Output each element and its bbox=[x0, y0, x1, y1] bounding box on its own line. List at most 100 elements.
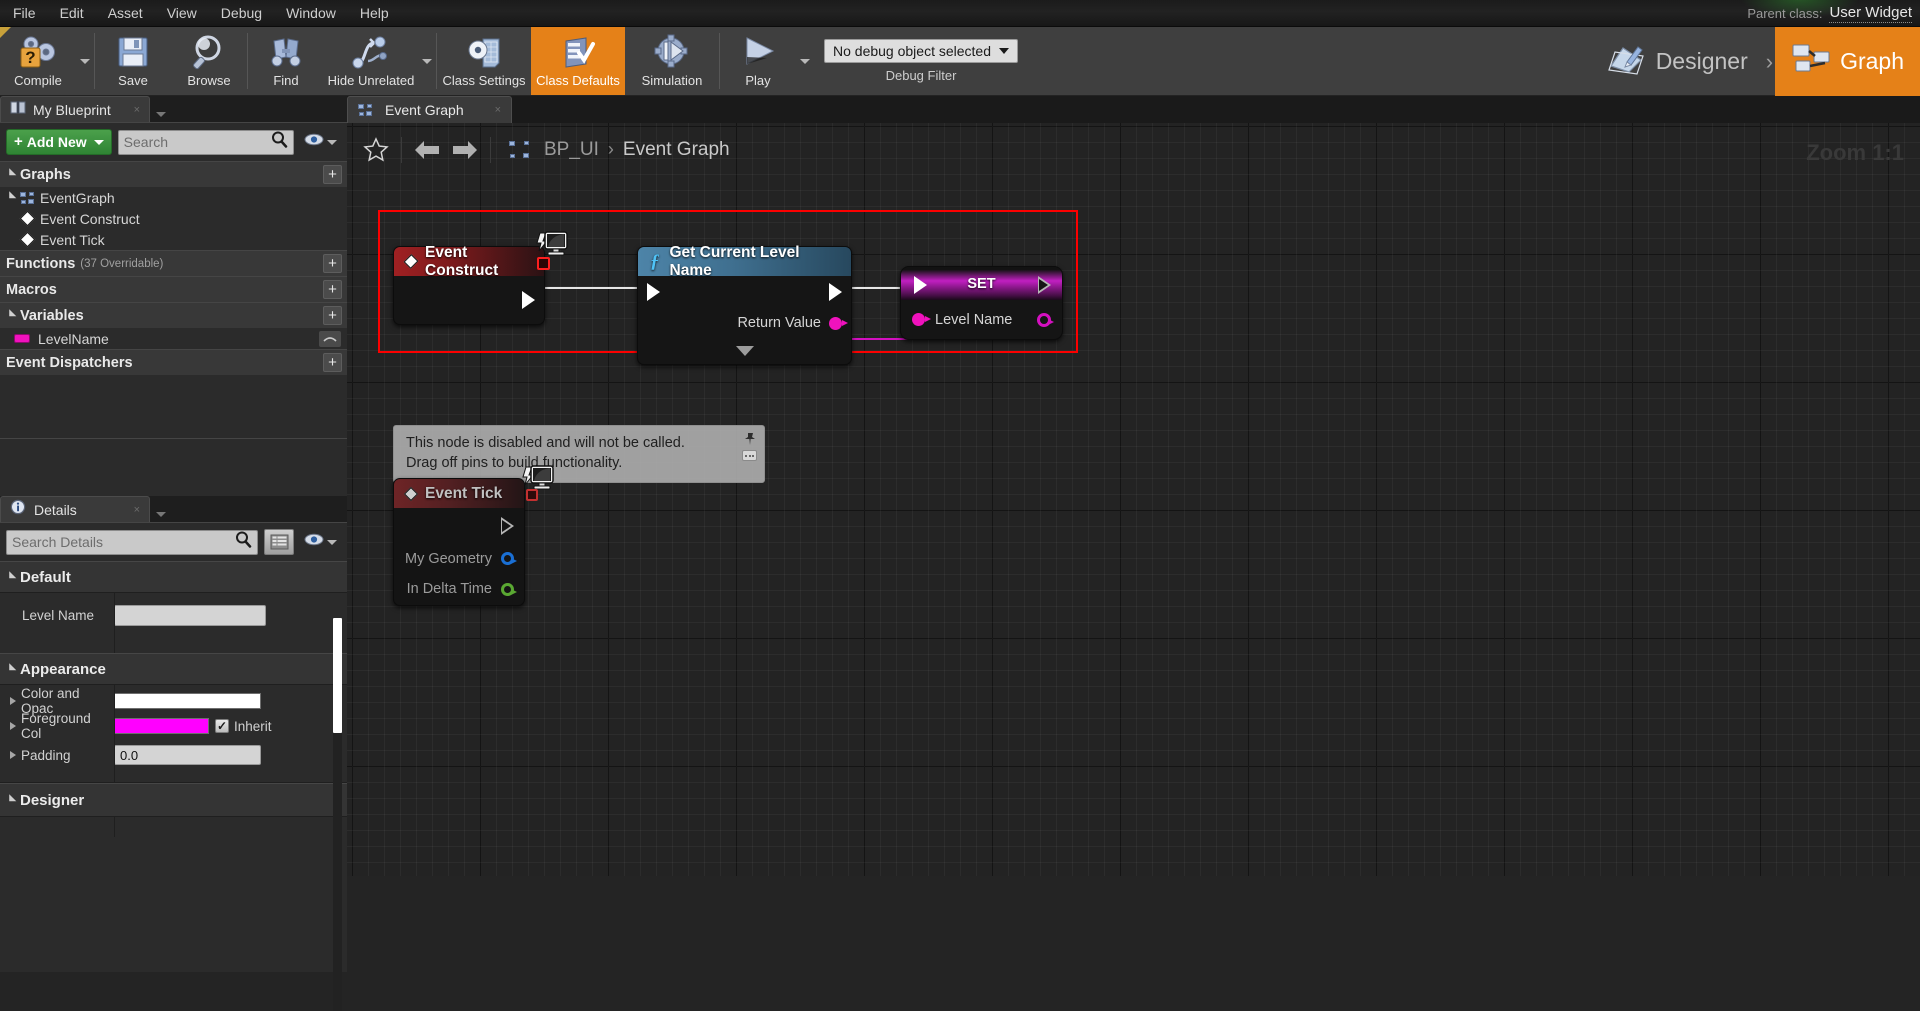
exec-output-pin[interactable] bbox=[1038, 276, 1051, 294]
add-dispatcher-button[interactable]: + bbox=[323, 353, 342, 372]
exec-output-pin[interactable] bbox=[829, 283, 842, 301]
play-label: Play bbox=[745, 73, 771, 88]
mode-switcher: Designer › Graph bbox=[1591, 27, 1920, 96]
section-event-dispatchers[interactable]: Event Dispatchers + bbox=[0, 349, 347, 375]
list-item-eventgraph[interactable]: EventGraph bbox=[0, 187, 347, 208]
levelname-input-pin[interactable] bbox=[912, 313, 931, 326]
compile-dropdown[interactable] bbox=[76, 27, 94, 95]
panel-divider bbox=[0, 438, 347, 439]
class-settings-button[interactable]: Class Settings bbox=[437, 27, 531, 95]
chevron-down-icon[interactable] bbox=[156, 112, 166, 117]
add-variable-button[interactable]: + bbox=[323, 306, 342, 325]
graph-canvas[interactable]: BP_UI › Event Graph Zoom 1:1 Event Const… bbox=[347, 123, 1920, 876]
parent-class-value[interactable]: User Widget bbox=[1829, 4, 1912, 23]
section-functions[interactable]: Functions (37 Overridable) + bbox=[0, 250, 347, 276]
menu-file[interactable]: File bbox=[2, 2, 47, 24]
event-diamond-icon bbox=[403, 486, 419, 501]
search-input[interactable]: Search bbox=[117, 129, 294, 155]
add-graph-button[interactable]: + bbox=[323, 165, 342, 184]
debug-object-select[interactable]: No debug object selected bbox=[824, 39, 1018, 63]
node-event-tick[interactable]: Event Tick My Geometry In Delta Time bbox=[393, 465, 554, 606]
chevron-down-icon bbox=[327, 139, 337, 145]
details-category-designer[interactable]: Designer bbox=[0, 783, 347, 817]
menu-window[interactable]: Window bbox=[275, 2, 347, 24]
list-item-event-tick[interactable]: Event Tick bbox=[0, 229, 347, 250]
node-title: Event Construct bbox=[425, 243, 499, 279]
section-macros[interactable]: Macros + bbox=[0, 276, 347, 302]
list-item-variable-levelname[interactable]: LevelName bbox=[0, 328, 347, 349]
levelname-output-pin[interactable] bbox=[1037, 312, 1054, 327]
save-button[interactable]: Save bbox=[95, 27, 171, 95]
designer-mode-button[interactable]: Designer bbox=[1591, 27, 1764, 96]
simulation-button[interactable]: Simulation bbox=[625, 27, 719, 95]
tab-my-blueprint[interactable]: My Blueprint × bbox=[0, 96, 150, 122]
tooltip-comment-icon[interactable] bbox=[742, 450, 757, 461]
browse-button[interactable]: Browse bbox=[171, 27, 247, 95]
menu-asset[interactable]: Asset bbox=[97, 2, 154, 24]
divider bbox=[401, 136, 402, 163]
section-variables[interactable]: Variables + bbox=[0, 302, 347, 328]
foreground-color-swatch[interactable] bbox=[114, 718, 209, 734]
node-event-construct[interactable]: Event Construct bbox=[393, 231, 568, 325]
save-label: Save bbox=[118, 73, 148, 88]
hide-unrelated-dropdown[interactable] bbox=[418, 27, 436, 95]
play-button[interactable]: Play bbox=[720, 27, 796, 95]
chevron-down-icon[interactable] bbox=[156, 512, 166, 517]
pin-tooltip-icon[interactable] bbox=[744, 431, 756, 451]
compile-button[interactable]: ? Compile bbox=[0, 27, 76, 95]
menu-edit[interactable]: Edit bbox=[49, 2, 95, 24]
property-row-foreground-color: Foreground Col ✓ Inherit bbox=[0, 711, 347, 741]
navigate-forward-button[interactable] bbox=[446, 139, 484, 161]
details-category-default[interactable]: Default bbox=[0, 561, 347, 593]
find-label: Find bbox=[273, 73, 299, 88]
hide-unrelated-button[interactable]: Hide Unrelated bbox=[324, 27, 418, 95]
add-function-button[interactable]: + bbox=[323, 254, 342, 273]
my-geometry-pin[interactable] bbox=[501, 552, 517, 565]
close-icon[interactable]: × bbox=[120, 104, 140, 116]
padding-field[interactable]: 0.0 bbox=[114, 745, 261, 765]
details-visibility-button[interactable] bbox=[300, 533, 341, 551]
return-value-pin[interactable] bbox=[829, 316, 848, 330]
color-and-opacity-swatch[interactable] bbox=[114, 692, 261, 709]
add-macro-button[interactable]: + bbox=[323, 280, 342, 299]
breadcrumb-root[interactable]: BP_UI bbox=[544, 139, 599, 161]
find-button[interactable]: Find bbox=[248, 27, 324, 95]
bookmark-star-button[interactable] bbox=[357, 137, 395, 162]
in-delta-time-pin[interactable] bbox=[501, 582, 517, 596]
class-defaults-button[interactable]: Class Defaults bbox=[531, 27, 625, 95]
details-category-appearance[interactable]: Appearance bbox=[0, 653, 347, 685]
inherit-checkbox[interactable]: ✓ bbox=[215, 719, 229, 733]
play-dropdown[interactable] bbox=[796, 27, 814, 95]
close-icon[interactable]: × bbox=[477, 104, 501, 116]
level-name-field[interactable] bbox=[114, 604, 266, 626]
property-label-wrap[interactable]: Padding bbox=[0, 748, 114, 763]
node-expand-row[interactable] bbox=[638, 338, 851, 364]
tab-event-graph[interactable]: Event Graph × bbox=[347, 96, 512, 123]
category-label: Appearance bbox=[20, 660, 106, 678]
menu-debug[interactable]: Debug bbox=[210, 2, 273, 24]
menu-view[interactable]: View bbox=[156, 2, 208, 24]
property-label-wrap[interactable]: Foreground Col bbox=[0, 711, 114, 741]
tab-details[interactable]: Details × bbox=[0, 496, 150, 522]
close-icon[interactable]: × bbox=[120, 504, 140, 516]
exec-output-pin[interactable] bbox=[501, 517, 514, 535]
section-label: Variables bbox=[20, 307, 84, 324]
add-new-button[interactable]: + Add New bbox=[6, 129, 112, 155]
variable-eye-toggle[interactable] bbox=[319, 330, 341, 347]
details-search-input[interactable]: Search Details bbox=[6, 529, 258, 555]
node-exec-out-row bbox=[394, 276, 544, 324]
menu-help[interactable]: Help bbox=[349, 2, 400, 24]
node-set-level-name[interactable]: SET Level Name bbox=[900, 266, 1063, 340]
node-get-current-level-name[interactable]: ƒ Get Current Level Name Return Value bbox=[637, 244, 852, 365]
breadcrumb-current[interactable]: Event Graph bbox=[623, 139, 730, 161]
section-graphs[interactable]: Graphs + bbox=[0, 161, 347, 187]
exec-output-pin[interactable] bbox=[522, 291, 535, 309]
graph-mode-button[interactable]: Graph bbox=[1775, 27, 1920, 96]
exec-input-pin[interactable] bbox=[914, 276, 927, 294]
details-grid-view-button[interactable] bbox=[264, 529, 294, 555]
navigate-back-button[interactable] bbox=[408, 139, 446, 161]
list-item-event-construct[interactable]: Event Construct bbox=[0, 208, 347, 229]
visibility-options-button[interactable] bbox=[300, 133, 341, 151]
exec-input-pin[interactable] bbox=[647, 283, 660, 301]
expand-right-icon bbox=[10, 722, 16, 730]
